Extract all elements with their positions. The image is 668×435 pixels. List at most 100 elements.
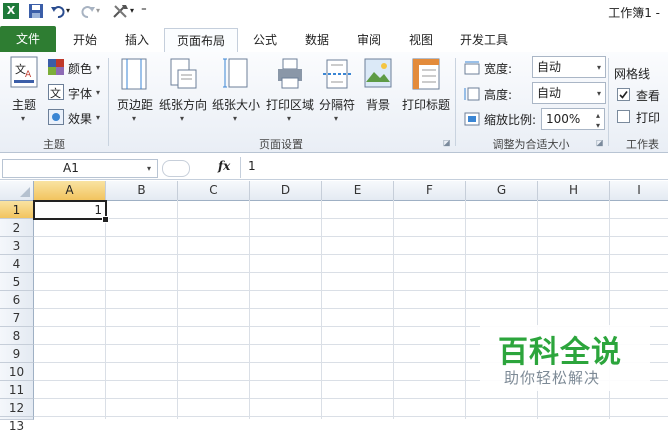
redo-icon[interactable] xyxy=(80,3,96,19)
column-header-d[interactable]: D xyxy=(250,181,322,201)
tab-home[interactable]: 开始 xyxy=(62,28,108,52)
theme-effects-label: 效果 xyxy=(68,112,93,126)
column-header-a[interactable]: A xyxy=(34,181,106,201)
undo-icon[interactable] xyxy=(50,3,66,19)
tab-page-layout[interactable]: 页面布局 xyxy=(164,28,238,54)
redo-dropdown-icon[interactable]: ▾ xyxy=(96,3,112,19)
column-header-f[interactable]: F xyxy=(394,181,466,201)
row-header-4[interactable]: 4 xyxy=(0,255,34,273)
tools-icon[interactable] xyxy=(112,3,128,19)
colors-dropdown-icon: ▾ xyxy=(96,63,101,72)
theme-fonts-label: 字体 xyxy=(68,87,93,101)
formula-bar: A1 ▾ fx 1 xyxy=(0,157,668,180)
row-header-3[interactable]: 3 xyxy=(0,237,34,255)
effects-dropdown-icon: ▾ xyxy=(96,113,101,122)
row-header-5[interactable]: 5 xyxy=(0,273,34,291)
ribbon: 文A 主题 ▾ 颜色 ▾ 文 字体 ▾ 效果 ▾ 主题 页边距 ▾ 纸张方向 ▾… xyxy=(0,52,668,153)
print-area-button[interactable]: 打印区域 ▾ xyxy=(264,56,316,128)
tab-file[interactable]: 文件 xyxy=(0,26,56,52)
insert-function-button[interactable]: fx xyxy=(218,159,230,173)
formula-bar-divider-handle[interactable] xyxy=(162,160,190,177)
gridline xyxy=(105,200,106,419)
height-select[interactable]: 自动 ▾ xyxy=(532,82,606,104)
background-button[interactable]: 背景 xyxy=(360,56,396,128)
background-image-icon xyxy=(364,58,392,88)
column-header-h[interactable]: H xyxy=(538,181,610,201)
gridlines-label: 网格线 xyxy=(614,67,651,81)
watermark-subtitle: 助你轻松解决 xyxy=(504,369,601,387)
gridline xyxy=(34,416,668,417)
row-header-10[interactable]: 10 xyxy=(0,363,34,381)
size-button[interactable]: 纸张大小 ▾ xyxy=(210,56,262,128)
row-header-6[interactable]: 6 xyxy=(0,291,34,309)
scale-icon xyxy=(464,112,480,126)
row-header-2[interactable]: 2 xyxy=(0,219,34,237)
fill-handle[interactable] xyxy=(102,216,109,223)
margins-button[interactable]: 页边距 ▾ xyxy=(113,56,157,128)
watermark: 百科全说 助你轻松解决 xyxy=(480,325,650,391)
orientation-button[interactable]: 纸张方向 ▾ xyxy=(158,56,208,128)
fonts-dropdown-icon: ▾ xyxy=(96,88,101,97)
height-label: 高度: xyxy=(484,88,513,102)
themes-button[interactable]: 文A 主题 ▾ xyxy=(4,56,44,128)
scale-launcher-icon[interactable]: ◪ xyxy=(596,138,604,147)
tab-insert[interactable]: 插入 xyxy=(114,28,160,52)
column-header-g[interactable]: G xyxy=(466,181,538,201)
scale-spinner[interactable]: 100% ▴ ▾ xyxy=(541,108,605,130)
fonts-icon: 文 xyxy=(48,84,64,100)
orientation-dropdown-icon: ▾ xyxy=(180,114,185,123)
print-titles-button[interactable]: 打印标题 xyxy=(400,56,452,128)
name-box-value: A1 xyxy=(63,161,79,175)
breaks-dropdown-icon: ▾ xyxy=(334,114,339,123)
theme-colors-label: 颜色 xyxy=(68,62,93,76)
margins-icon xyxy=(121,58,147,90)
breaks-label: 分隔符 xyxy=(318,98,355,112)
row-header-9[interactable]: 9 xyxy=(0,345,34,363)
background-label: 背景 xyxy=(365,98,390,112)
column-header-b[interactable]: B xyxy=(106,181,178,201)
gridline xyxy=(34,218,668,219)
name-box[interactable]: A1 ▾ xyxy=(2,159,158,178)
width-icon xyxy=(464,61,480,75)
save-icon[interactable] xyxy=(28,3,44,19)
excel-logo-icon[interactable]: X xyxy=(3,3,19,19)
spin-down-icon[interactable]: ▾ xyxy=(596,116,600,136)
group-separator xyxy=(108,58,109,146)
gridlines-print-checkbox[interactable] xyxy=(617,110,630,123)
orientation-icon xyxy=(170,58,197,89)
gridline xyxy=(34,308,668,309)
cell-a1[interactable]: 1 xyxy=(33,200,107,220)
group-label-themes: 主题 xyxy=(43,138,65,151)
formula-input[interactable]: 1 xyxy=(248,159,256,173)
gridline xyxy=(321,200,322,419)
row-header-8[interactable]: 8 xyxy=(0,327,34,345)
page-setup-launcher-icon[interactable]: ◪ xyxy=(443,138,451,147)
row-header-12[interactable]: 12 xyxy=(0,399,34,417)
tab-view[interactable]: 视图 xyxy=(398,28,444,52)
row-header-7[interactable]: 7 xyxy=(0,309,34,327)
column-header-c[interactable]: C xyxy=(178,181,250,201)
group-separator xyxy=(608,58,609,146)
gridline xyxy=(34,254,668,255)
select-all-button[interactable] xyxy=(0,181,34,201)
orientation-label: 纸张方向 xyxy=(158,98,207,112)
tab-data[interactable]: 数据 xyxy=(294,28,340,52)
column-header-e[interactable]: E xyxy=(322,181,394,201)
print-titles-icon xyxy=(412,58,440,90)
column-header-i[interactable]: I xyxy=(610,181,668,201)
margins-dropdown-icon: ▾ xyxy=(132,114,137,123)
row-header-11[interactable]: 11 xyxy=(0,381,34,399)
gridlines-view-checkbox[interactable] xyxy=(617,88,630,101)
tab-developer[interactable]: 开发工具 xyxy=(452,28,516,52)
tab-formulas[interactable]: 公式 xyxy=(242,28,288,52)
ribbon-tabs: 文件 开始 插入 页面布局 公式 数据 审阅 视图 开发工具 xyxy=(0,24,668,54)
gridlines-print-label: 打印 xyxy=(636,111,661,125)
scale-label: 缩放比例: xyxy=(484,113,537,127)
height-dropdown-icon: ▾ xyxy=(596,89,601,98)
row-header-1[interactable]: 1 xyxy=(0,201,34,219)
gridlines-view-label: 查看 xyxy=(636,89,661,103)
breaks-button[interactable]: 分隔符 ▾ xyxy=(317,56,357,128)
customize-qat-icon[interactable]: ⁼ xyxy=(141,3,157,19)
tab-review[interactable]: 审阅 xyxy=(346,28,392,52)
width-select[interactable]: 自动 ▾ xyxy=(532,56,606,78)
